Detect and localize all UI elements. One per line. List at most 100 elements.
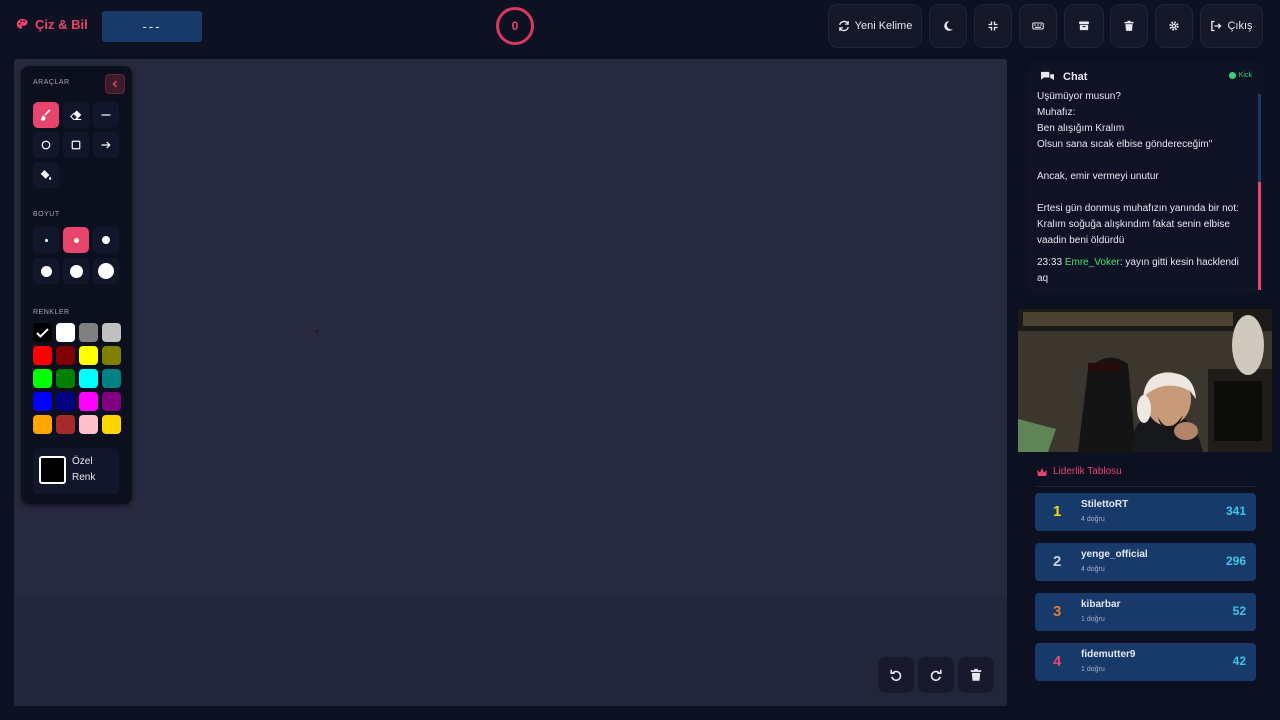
logout-icon	[1211, 20, 1222, 32]
new-word-button[interactable]: Yeni Kelime	[828, 4, 922, 48]
arrow-tool[interactable]	[93, 132, 119, 158]
score: 52	[1232, 604, 1246, 618]
compress-button[interactable]	[974, 4, 1012, 48]
color-swatch[interactable]	[56, 392, 75, 411]
chat-message: 23:33 Emre_Voker: yayın gitti kesin hack…	[1037, 255, 1259, 271]
custom-color-preview	[39, 456, 66, 484]
size-dot	[40, 265, 52, 277]
custom-color-label: Özel Renk	[72, 456, 96, 483]
undo-button[interactable]	[878, 657, 914, 693]
custom-color-button[interactable]: Özel Renk	[33, 448, 119, 494]
color-swatch[interactable]	[79, 369, 98, 388]
palette-icon	[16, 18, 28, 29]
leaderboard-divider	[1036, 486, 1256, 487]
score: 341	[1225, 504, 1246, 518]
square-icon	[71, 140, 81, 150]
size-option-xxl[interactable]	[93, 258, 119, 284]
color-swatch[interactable]	[102, 369, 121, 388]
size-option-s[interactable]	[63, 227, 89, 253]
fill-tool[interactable]	[33, 162, 59, 188]
chat-line: Ben alışığım Kralım	[1037, 123, 1125, 134]
color-swatch[interactable]	[102, 346, 121, 365]
chat-panel: Üşümüyor musun? Muhafız: Ben alışığım Kr…	[1028, 62, 1264, 294]
leaderboard-title: Liderlik Tablosu	[1036, 466, 1122, 477]
size-dot	[98, 263, 114, 279]
chat-spacer	[1037, 153, 1259, 169]
rectangle-tool[interactable]	[63, 132, 89, 158]
color-swatch[interactable]	[56, 323, 75, 342]
exit-button[interactable]: Çıkış	[1200, 4, 1263, 48]
brush-tool[interactable]	[33, 102, 59, 128]
leaderboard-row: 3 kibarbar 1 doğru 52	[1035, 593, 1256, 631]
color-swatch[interactable]	[33, 369, 52, 388]
compress-icon	[988, 21, 998, 31]
chat-messages[interactable]: Üşümüyor musun? Muhafız: Ben alışığım Kr…	[1037, 89, 1259, 287]
line-tool[interactable]	[93, 102, 119, 128]
correct-count: 1 doğru	[1081, 666, 1105, 673]
theme-toggle-button[interactable]	[929, 4, 967, 48]
color-swatch[interactable]	[102, 415, 121, 434]
fill-bucket-icon	[40, 170, 52, 180]
message-text-cont: aq	[1037, 273, 1049, 284]
size-dot	[69, 264, 83, 278]
keyboard-button[interactable]	[1019, 4, 1057, 48]
clear-button[interactable]	[1110, 4, 1148, 48]
color-swatch[interactable]	[56, 346, 75, 365]
brand: Çiz & Bil	[16, 17, 88, 32]
timer-value: 0	[511, 19, 519, 33]
rank: 3	[1053, 603, 1062, 620]
circle-tool[interactable]	[33, 132, 59, 158]
refresh-icon	[838, 20, 849, 32]
color-swatch[interactable]	[102, 392, 121, 411]
color-swatch[interactable]	[33, 323, 52, 342]
archive-button[interactable]	[1064, 4, 1104, 48]
undo-icon	[890, 669, 902, 681]
color-swatch[interactable]	[33, 415, 52, 434]
correct-count: 1 doğru	[1081, 616, 1105, 623]
redo-button[interactable]	[918, 657, 954, 693]
settings-button[interactable]	[1155, 4, 1193, 48]
top-bar: Çiz & Bil --- 0 Yeni Kelime Çıkış	[0, 0, 1280, 52]
size-option-m[interactable]	[93, 227, 119, 253]
chat-line: Muhafız:	[1037, 107, 1076, 118]
gear-icon	[1169, 21, 1179, 31]
chat-scrollbar[interactable]	[1258, 94, 1261, 290]
player-name: kibarbar	[1081, 599, 1121, 610]
color-swatch[interactable]	[79, 392, 98, 411]
color-swatch[interactable]	[79, 323, 98, 342]
chat-line: vaadin beni öldürdü	[1037, 235, 1125, 246]
chat-spacer	[1037, 185, 1259, 201]
color-swatch[interactable]	[79, 346, 98, 365]
color-swatch[interactable]	[56, 415, 75, 434]
canvas-stroke	[316, 330, 318, 332]
color-swatch[interactable]	[33, 392, 52, 411]
drawing-canvas[interactable]	[14, 59, 1007, 706]
webcam-image	[1018, 309, 1272, 452]
chat-line: Ancak, emir vermeyi unutur	[1037, 171, 1159, 182]
size-dot	[73, 237, 79, 243]
color-swatch[interactable]	[102, 323, 121, 342]
size-option-xs[interactable]	[33, 227, 59, 253]
check-icon	[36, 328, 49, 338]
leaderboard-row: 2 yenge_official 4 doğru 296	[1035, 543, 1256, 581]
size-option-xl[interactable]	[63, 258, 89, 284]
color-swatch[interactable]	[33, 346, 52, 365]
chat-line: Ertesi gün donmuş muhafızın yanında bir …	[1037, 203, 1239, 214]
clear-canvas-button[interactable]	[958, 657, 994, 693]
color-swatch[interactable]	[56, 369, 75, 388]
moon-icon	[944, 21, 953, 31]
size-option-l[interactable]	[33, 258, 59, 284]
crown-icon	[1037, 467, 1047, 476]
line-icon	[101, 114, 111, 116]
platform-badge: Kick	[1228, 72, 1252, 79]
collapse-panel-button[interactable]	[105, 74, 125, 94]
message-user[interactable]: Emre_Voker	[1065, 257, 1120, 268]
comments-icon	[1041, 71, 1054, 81]
scroll-thumb[interactable]	[1258, 182, 1261, 290]
size-dot	[102, 236, 110, 244]
color-swatch[interactable]	[79, 415, 98, 434]
brand-name: Çiz & Bil	[35, 17, 88, 32]
streamer-webcam	[1018, 309, 1272, 452]
colors-title: RENKLER	[33, 309, 70, 316]
eraser-tool[interactable]	[63, 102, 89, 128]
